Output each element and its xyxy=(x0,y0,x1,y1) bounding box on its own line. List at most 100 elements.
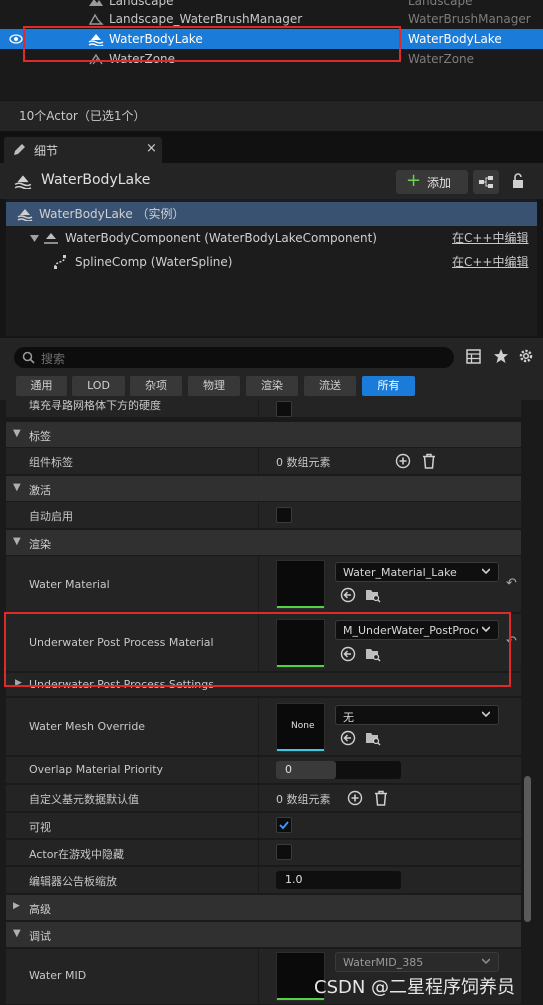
outliner-row-type: WaterBrushManager xyxy=(408,12,531,26)
mesh-thumbnail[interactable]: None xyxy=(276,703,325,752)
component-row-splinecomp[interactable]: SplineComp (WaterSpline) 在C++中编辑 xyxy=(6,250,537,274)
combo-value: WaterMID_385 xyxy=(343,956,424,969)
gear-icon[interactable] xyxy=(518,348,534,364)
trash-icon[interactable] xyxy=(421,453,437,469)
world-outliner: Landscape Landscape Landscape_WaterBrush… xyxy=(0,0,543,100)
hidden-in-game-checkbox[interactable] xyxy=(276,844,292,860)
add-component-button[interactable]: + 添加 xyxy=(396,170,468,194)
component-row-waterbodycomponent[interactable]: WaterBodyComponent (WaterBodyLakeCompone… xyxy=(6,226,537,250)
prop-row-billboard-scale: 编辑器公告板缩放 1.0 xyxy=(6,867,521,894)
category-label: 渲染 xyxy=(29,538,51,551)
highlight-box-underwater xyxy=(4,612,511,687)
prop-label: Overlap Material Priority xyxy=(29,763,164,776)
chevron-down-icon: ▼ xyxy=(13,428,21,439)
details-tab-strip: 细节 × xyxy=(0,131,543,163)
checkmark-icon xyxy=(279,821,289,830)
filter-physics[interactable]: 物理 xyxy=(188,376,240,396)
prop-label: Water Mesh Override xyxy=(29,720,146,733)
table-view-icon[interactable] xyxy=(466,349,481,364)
prop-row-hidden-in-game: Actor在游戏中隐藏 xyxy=(6,840,521,866)
array-count: 0 数组元素 xyxy=(276,793,331,806)
prop-row-component-tags: 组件标签 0 数组元素 xyxy=(6,448,521,475)
add-button-label: 添加 xyxy=(427,176,452,190)
brush-manager-icon xyxy=(88,13,104,25)
water-mesh-combo[interactable]: 无 xyxy=(335,705,499,725)
add-plus-icon: + xyxy=(406,170,422,191)
chevron-down-icon: ▼ xyxy=(13,536,21,547)
visibility-eye-icon[interactable] xyxy=(9,33,23,45)
star-icon[interactable] xyxy=(493,348,509,364)
outliner-status: 10个Actor（已选1个） xyxy=(0,101,543,131)
component-tree: WaterBodyLake （实例） WaterBodyComponent (W… xyxy=(6,199,537,336)
visible-checkbox[interactable] xyxy=(276,817,292,833)
lock-icon[interactable] xyxy=(511,173,525,189)
add-element-icon[interactable] xyxy=(347,790,363,806)
category-label: 调试 xyxy=(29,930,51,943)
prop-row-visible: 可视 xyxy=(6,813,521,839)
nav-fill-checkbox[interactable] xyxy=(276,401,292,417)
prop-label: 自定义基元数据默认值 xyxy=(29,793,139,806)
spline-icon xyxy=(54,255,66,269)
prop-label: 自动启用 xyxy=(29,510,73,523)
filter-lod[interactable]: LOD xyxy=(72,376,125,396)
outliner-row-type: WaterZone xyxy=(408,52,475,66)
property-scrollbar[interactable] xyxy=(521,400,543,1005)
details-tab[interactable]: 细节 × xyxy=(4,137,162,163)
scrollbar-thumb[interactable] xyxy=(524,776,531,922)
trash-icon[interactable] xyxy=(373,790,389,806)
prop-label: 填充寻路网格体下方的硬度 xyxy=(29,400,161,412)
filter-rendering[interactable]: 渲染 xyxy=(246,376,298,396)
combo-value: 无 xyxy=(343,711,354,724)
water-body-icon xyxy=(14,175,32,189)
prop-row-nav-fill: 填充寻路网格体下方的硬度 xyxy=(6,400,521,418)
auto-activate-checkbox[interactable] xyxy=(276,507,292,523)
add-element-icon[interactable] xyxy=(395,453,411,469)
water-body-icon xyxy=(17,209,33,221)
chevron-down-icon: ▼ xyxy=(13,482,21,493)
category-label: 标签 xyxy=(29,430,51,443)
landscape-icon xyxy=(89,0,103,6)
material-thumbnail[interactable] xyxy=(276,560,325,609)
category-tags[interactable]: ▼ 标签 xyxy=(6,422,521,448)
watermark-text: CSDN @二星程序饲养员 xyxy=(314,977,516,998)
prop-label: 编辑器公告板缩放 xyxy=(29,875,117,888)
blueprint-icon xyxy=(479,176,493,188)
category-label: 激活 xyxy=(29,484,51,497)
numeric-value: 0 xyxy=(285,763,292,776)
highlight-box-outliner xyxy=(23,26,401,62)
filter-misc[interactable]: 杂项 xyxy=(130,376,182,396)
prop-row-auto-activate: 自动启用 xyxy=(6,502,521,529)
search-placeholder: 搜索 xyxy=(41,352,66,366)
prop-label: Water MID xyxy=(29,969,87,982)
category-rendering[interactable]: ▼ 渲染 xyxy=(6,530,521,556)
browse-folder-icon[interactable] xyxy=(365,587,381,603)
edit-in-cpp-link[interactable]: 在C++中编辑 xyxy=(452,250,529,274)
chevron-down-icon[interactable] xyxy=(30,235,39,242)
billboard-scale-input[interactable]: 1.0 xyxy=(276,871,401,889)
search-bar: 搜索 xyxy=(0,338,543,376)
category-activation[interactable]: ▼ 激活 xyxy=(6,476,521,502)
category-label: 高级 xyxy=(29,903,51,916)
blueprint-button[interactable] xyxy=(473,170,499,194)
water-body-icon xyxy=(44,233,58,244)
filter-general[interactable]: 通用 xyxy=(16,376,67,396)
search-input[interactable]: 搜索 xyxy=(14,347,454,368)
category-debug[interactable]: ▼ 调试 xyxy=(6,922,521,948)
browse-folder-icon[interactable] xyxy=(365,730,381,746)
use-selected-arrow-icon[interactable] xyxy=(340,587,356,603)
overlap-priority-input[interactable]: 0 xyxy=(276,761,401,779)
edit-in-cpp-link[interactable]: 在C++中编辑 xyxy=(452,226,529,250)
filter-streaming[interactable]: 流送 xyxy=(304,376,356,396)
use-selected-arrow-icon[interactable] xyxy=(340,730,356,746)
category-advanced[interactable]: ▶ 高级 xyxy=(6,895,521,921)
component-row-instance[interactable]: WaterBodyLake （实例） xyxy=(6,202,537,226)
details-header: WaterBodyLake + 添加 xyxy=(0,163,543,199)
water-material-combo[interactable]: Water_Material_Lake xyxy=(335,562,499,582)
filter-all[interactable]: 所有 xyxy=(362,376,415,396)
close-icon[interactable]: × xyxy=(146,141,157,156)
reset-to-default-icon[interactable]: ↶ xyxy=(506,576,517,591)
property-grid: 填充寻路网格体下方的硬度 ▼ 标签 组件标签 0 数组元素 ▼ 激活 自动启用 … xyxy=(0,400,521,1005)
prop-label: Actor在游戏中隐藏 xyxy=(29,848,124,861)
component-label: WaterBodyComponent (WaterBodyLakeCompone… xyxy=(65,231,377,245)
prop-label: 组件标签 xyxy=(29,456,73,469)
